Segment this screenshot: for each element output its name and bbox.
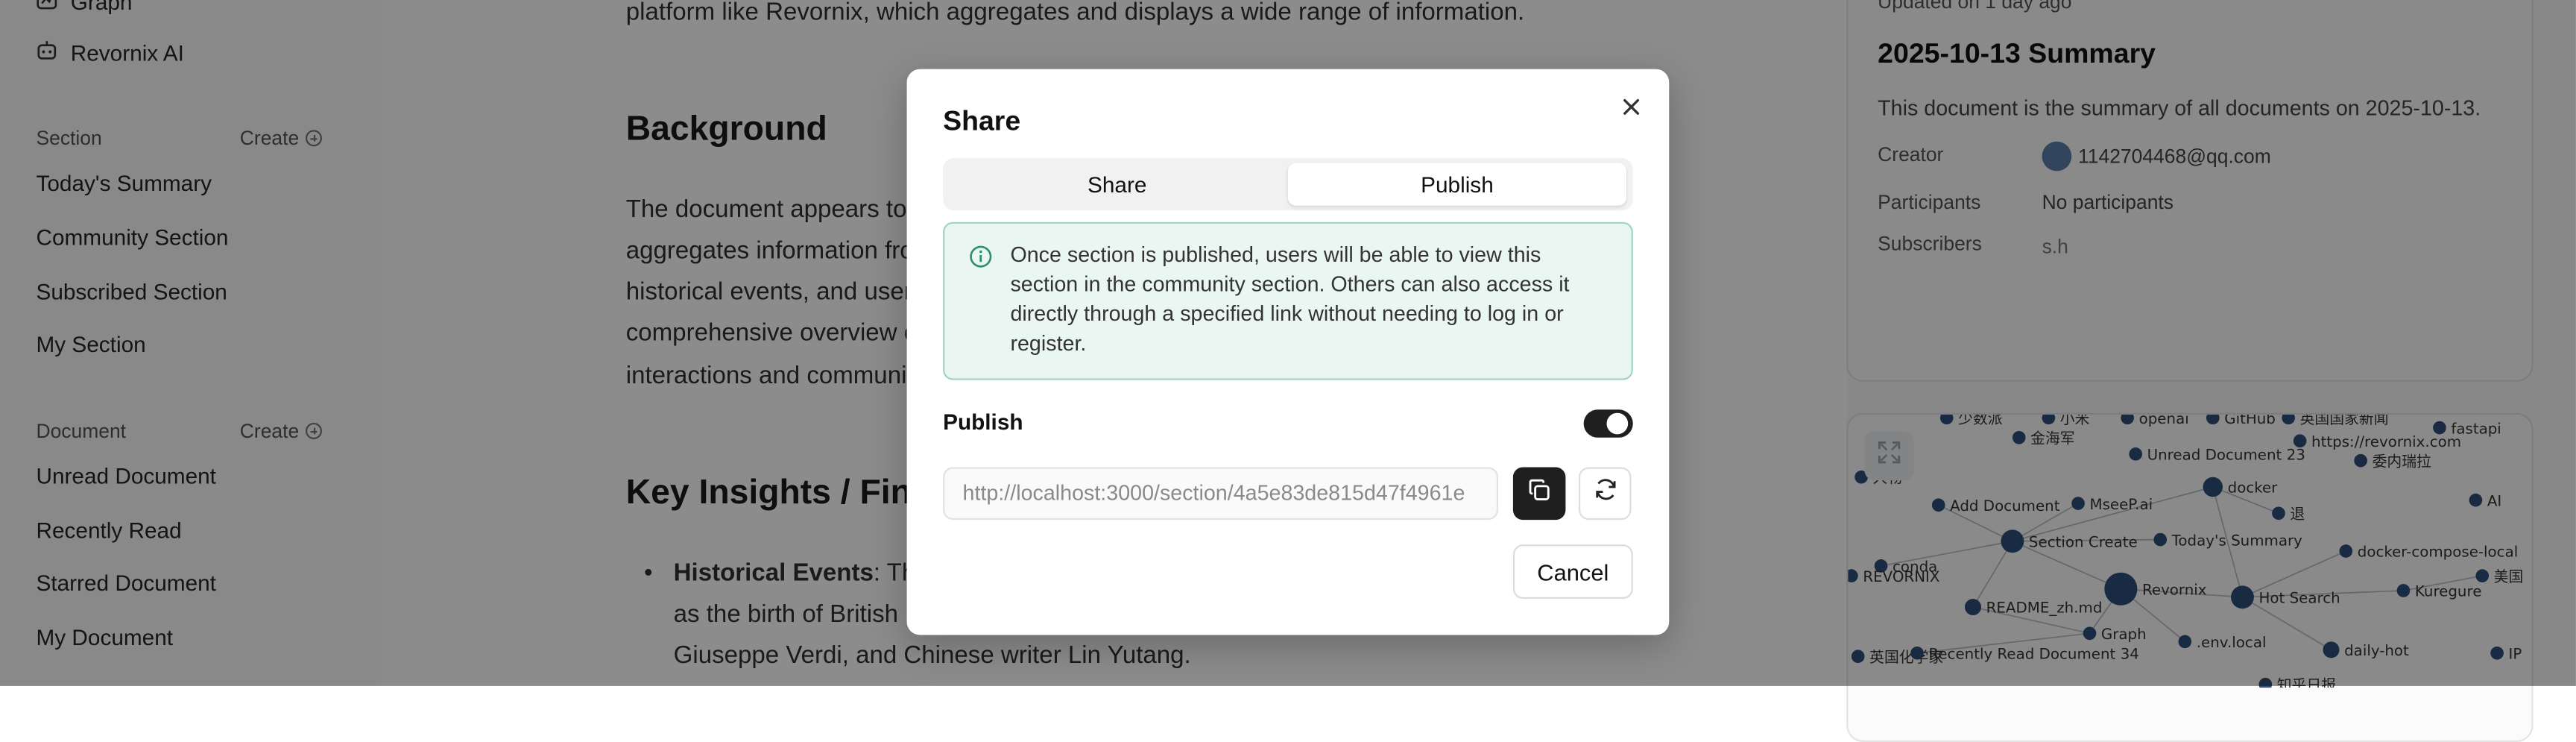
publish-toggle[interactable] <box>1583 409 1633 438</box>
copy-icon <box>1528 478 1551 509</box>
toggle-knob <box>1606 412 1629 435</box>
dialog-title: Share <box>943 105 1021 137</box>
tab-share[interactable]: Share <box>948 163 1287 205</box>
refresh-icon <box>1593 477 1617 510</box>
publish-url-field[interactable]: http://localhost:3000/section/4a5e83de81… <box>943 467 1499 521</box>
cancel-button[interactable]: Cancel <box>1512 544 1633 599</box>
regenerate-link-button[interactable] <box>1579 467 1632 521</box>
copy-link-button[interactable] <box>1512 467 1566 521</box>
close-button[interactable] <box>1617 92 1647 122</box>
info-text: Once section is published, users will be… <box>1010 242 1570 356</box>
share-dialog: Share Share Publish Once section is publ… <box>906 69 1670 635</box>
info-icon <box>969 245 992 268</box>
share-publish-tabs: Share Publish <box>943 157 1633 211</box>
close-icon <box>1617 98 1647 129</box>
tab-publish[interactable]: Publish <box>1287 163 1626 206</box>
publish-label: Publish <box>943 409 1023 435</box>
publish-info-alert: Once section is published, users will be… <box>943 221 1633 380</box>
